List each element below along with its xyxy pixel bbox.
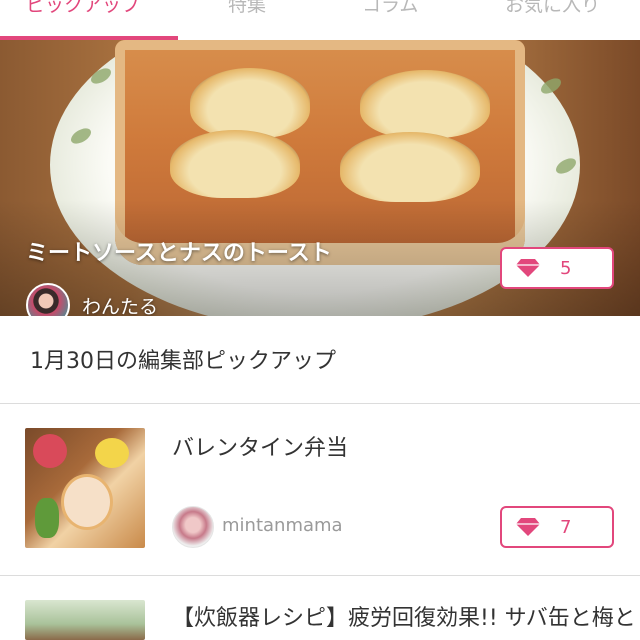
divider <box>0 403 640 404</box>
tab-favorites[interactable]: お気に入り <box>505 0 600 17</box>
tab-feature[interactable]: 特集 <box>228 0 266 17</box>
hero-like-count: 5 <box>560 258 572 279</box>
gem-icon <box>516 259 540 277</box>
eggplant-slice <box>170 130 300 198</box>
recipe-thumbnail[interactable] <box>25 428 145 548</box>
like-count: 7 <box>560 517 572 538</box>
hero-author-name[interactable]: わんたる <box>82 292 158 316</box>
recipe-title[interactable]: 【炊飯器レシピ】疲労回復効果!! サバ缶と梅と <box>172 600 636 632</box>
tab-pickup[interactable]: ピックアップ <box>26 0 140 17</box>
gem-icon <box>516 518 540 536</box>
thumb-decoration <box>33 434 67 468</box>
thumb-decoration <box>35 498 59 538</box>
recipe-thumbnail[interactable] <box>25 600 145 640</box>
eggplant-slice <box>190 68 310 138</box>
author-avatar[interactable] <box>172 506 214 548</box>
divider <box>0 575 640 576</box>
tab-column[interactable]: コラム <box>362 0 418 17</box>
author-name[interactable]: mintanmama <box>222 515 343 536</box>
thumb-decoration <box>61 474 113 530</box>
hero-like-button[interactable]: 5 <box>500 247 614 289</box>
like-button[interactable]: 7 <box>500 506 614 548</box>
hero-recipe-card[interactable]: ミートソースとナスのトースト わんたる 5 <box>0 40 640 316</box>
tab-bar: ピックアップ 特集 コラム お気に入り <box>0 0 640 40</box>
hero-recipe-title[interactable]: ミートソースとナスのトースト <box>26 235 332 267</box>
eggplant-slice <box>340 132 480 202</box>
recipe-title[interactable]: バレンタイン弁当 <box>172 430 348 462</box>
eggplant-slice <box>360 70 490 138</box>
section-title: 1月30日の編集部ピックアップ <box>30 349 336 374</box>
thumb-decoration <box>95 438 129 468</box>
